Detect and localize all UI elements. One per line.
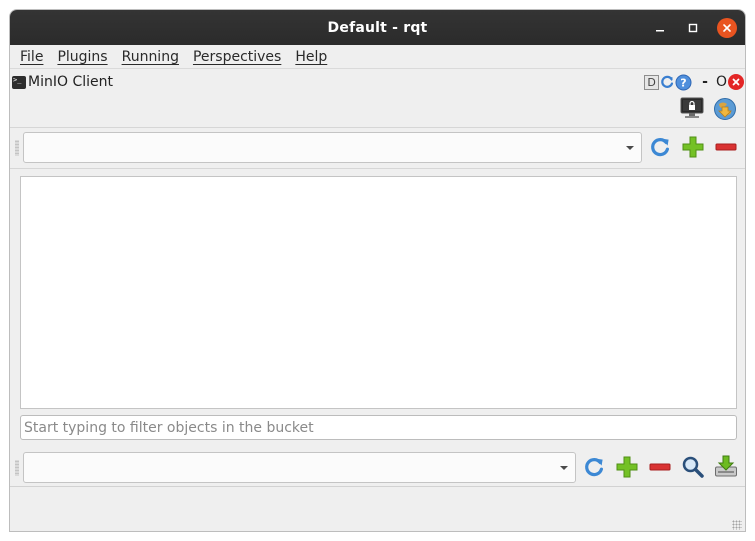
add-icon[interactable] bbox=[615, 455, 639, 479]
title-bar[interactable]: Default - rqt bbox=[10, 10, 745, 45]
window-title: Default - rqt bbox=[327, 19, 428, 36]
close-icon bbox=[723, 24, 731, 32]
close-window-button[interactable] bbox=[717, 18, 737, 38]
menu-perspectives[interactable]: Perspectives bbox=[193, 49, 281, 65]
menu-file[interactable]: File bbox=[20, 49, 43, 65]
remove-icon[interactable] bbox=[714, 135, 738, 159]
add-icon[interactable] bbox=[681, 135, 705, 159]
toolbar-divider bbox=[10, 168, 745, 169]
minimize-plugin-button[interactable]: - bbox=[702, 74, 708, 90]
objects-list[interactable] bbox=[20, 176, 737, 409]
terminal-icon: >_ bbox=[12, 75, 26, 89]
filter-objects-input[interactable] bbox=[20, 415, 737, 440]
close-plugin-button[interactable] bbox=[728, 74, 744, 90]
maximize-button[interactable] bbox=[683, 18, 703, 38]
remove-icon[interactable] bbox=[648, 455, 672, 479]
dock-toggle-button[interactable]: D bbox=[644, 74, 660, 90]
object-toolbar-grip[interactable] bbox=[15, 460, 19, 476]
maximize-icon bbox=[688, 23, 698, 33]
search-icon[interactable] bbox=[681, 455, 705, 479]
plugin-title-bar: >_ MinIO Client bbox=[10, 70, 745, 94]
lock-monitor-button[interactable] bbox=[679, 97, 705, 119]
minimize-button[interactable] bbox=[650, 18, 670, 38]
lock-monitor-icon bbox=[680, 97, 704, 118]
minimize-icon bbox=[656, 30, 664, 32]
plugin-title: MinIO Client bbox=[28, 74, 113, 90]
refresh-icon[interactable] bbox=[648, 135, 672, 159]
menu-running[interactable]: Running bbox=[122, 49, 179, 65]
object-select[interactable] bbox=[23, 452, 576, 483]
header-divider bbox=[10, 127, 745, 128]
menu-bar: File Plugins Running Perspectives Help bbox=[10, 45, 745, 69]
download-icon[interactable] bbox=[714, 454, 738, 478]
menu-help[interactable]: Help bbox=[295, 49, 327, 65]
help-icon[interactable]: ? bbox=[675, 74, 692, 91]
rqt-window: Default - rqt File Plugins Running Persp… bbox=[9, 9, 746, 532]
globe-download-icon bbox=[714, 98, 736, 120]
svg-text:?: ? bbox=[680, 76, 686, 89]
plugin-header-buttons: D ? - O bbox=[644, 73, 745, 91]
globe-download-button[interactable] bbox=[713, 97, 737, 121]
restore-plugin-button[interactable]: O bbox=[716, 74, 727, 90]
refresh-icon[interactable] bbox=[582, 455, 606, 479]
reload-icon[interactable] bbox=[659, 74, 675, 90]
status-bar bbox=[10, 486, 745, 531]
chevron-down-icon bbox=[626, 146, 634, 150]
chevron-down-icon bbox=[560, 466, 568, 470]
bucket-select[interactable] bbox=[23, 132, 642, 163]
resize-grip[interactable] bbox=[732, 520, 742, 530]
menu-plugins[interactable]: Plugins bbox=[57, 49, 107, 65]
bucket-toolbar-grip[interactable] bbox=[15, 140, 19, 156]
close-icon bbox=[732, 78, 740, 86]
